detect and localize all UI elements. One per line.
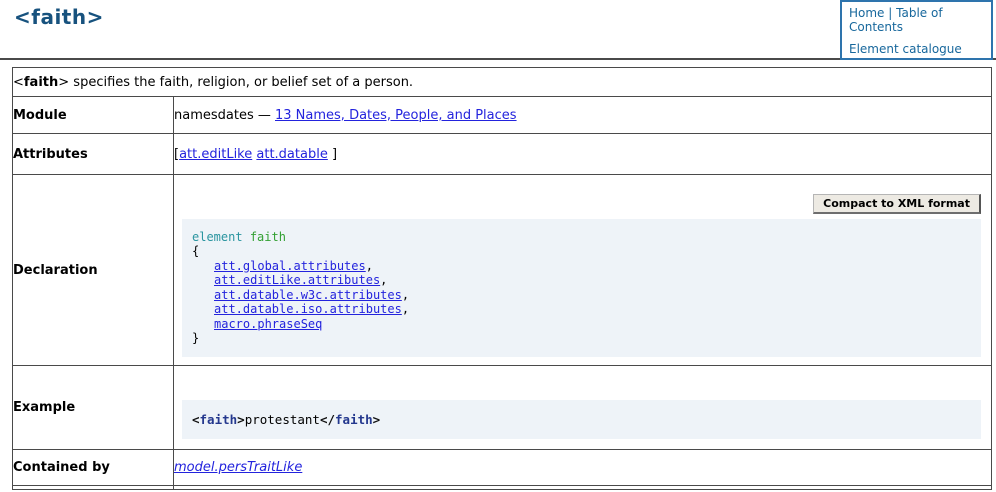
element-name-gi: <faith> [13, 75, 69, 90]
code-member-line: macro.phraseSeq [192, 317, 971, 332]
example-code-box: <faith>protestant</faith> [182, 400, 981, 439]
compact-to-xml-button[interactable]: Compact to XML format [813, 194, 981, 214]
declaration-member-link[interactable]: att.datable.w3c.attributes [214, 288, 402, 302]
nav-element-catalogue-link[interactable]: Element catalogue [849, 42, 962, 56]
attribute-class-link-editlike[interactable]: att.editLike [179, 147, 252, 162]
declaration-code-box: element faith { att.global.attributes,at… [182, 219, 981, 357]
attributes-label: Attributes [13, 134, 174, 175]
module-value-cell: namesdates — 13 Names, Dates, People, an… [174, 97, 992, 134]
gi-name: faith [24, 75, 58, 90]
description-row: <faith> specifies the faith, religion, o… [13, 68, 992, 97]
xml-endtag-close: > [373, 412, 381, 427]
gi-open-bracket: < [13, 75, 24, 90]
page-header: <faith> Home | Table of Contents Element… [0, 0, 996, 60]
xml-tag-name: faith [200, 412, 238, 427]
contained-by-value-cell: model.persTraitLike [174, 450, 992, 486]
example-label: Example [13, 366, 174, 450]
xml-endtag-name: faith [335, 412, 373, 427]
code-member-line: att.editLike.attributes, [192, 273, 971, 288]
nav-separator: | [888, 6, 892, 20]
code-line-element: element faith [192, 230, 971, 245]
code-open-brace: { [192, 244, 971, 259]
code-member-line: att.datable.w3c.attributes, [192, 288, 971, 303]
next-row-value-cell [174, 486, 992, 490]
next-row-partial [13, 486, 992, 490]
example-row: Example <faith>protestant</faith> [13, 366, 992, 450]
contained-by-row: Contained by model.persTraitLike [13, 450, 992, 486]
attributes-close-bracket: ] [332, 147, 337, 162]
declaration-member-link[interactable]: att.global.attributes [214, 259, 366, 273]
declaration-members: att.global.attributes,att.editLike.attri… [192, 259, 971, 332]
xml-open-bracket: < [192, 412, 200, 427]
module-row: Module namesdates — 13 Names, Dates, Peo… [13, 97, 992, 134]
xml-close-bracket: > [237, 412, 245, 427]
xml-endtag-open: </ [320, 412, 335, 427]
module-name: namesdates — [174, 108, 275, 123]
attribute-class-link-datable[interactable]: att.datable [256, 147, 327, 162]
element-spec-table: <faith> specifies the faith, religion, o… [12, 67, 992, 490]
code-member-line: att.global.attributes, [192, 259, 971, 274]
code-element-name: faith [250, 230, 286, 244]
next-row-label-cell [13, 486, 174, 490]
nav-home-link[interactable]: Home [849, 6, 884, 20]
declaration-label: Declaration [13, 175, 174, 366]
xml-text-content: protestant [245, 412, 320, 427]
declaration-row: Declaration Compact to XML format elemen… [13, 175, 992, 366]
gi-close-bracket: > [58, 75, 69, 90]
attributes-value-cell: [att.editLike att.datable ] [174, 134, 992, 175]
code-member-line: att.datable.iso.attributes, [192, 302, 971, 317]
description-text: specifies the faith, religion, or belief… [69, 75, 413, 90]
description-cell: <faith> specifies the faith, religion, o… [13, 68, 992, 97]
nav-line-1: Home | Table of Contents [849, 6, 985, 34]
attributes-row: Attributes [att.editLike att.datable ] [13, 134, 992, 175]
module-label: Module [13, 97, 174, 134]
declaration-toolbar: Compact to XML format [174, 194, 981, 214]
declaration-member-link[interactable]: att.datable.iso.attributes [214, 302, 402, 316]
declaration-member-link[interactable]: macro.phraseSeq [214, 317, 322, 331]
example-content-cell: <faith>protestant</faith> [174, 366, 992, 450]
module-chapter-link[interactable]: 13 Names, Dates, People, and Places [275, 108, 517, 123]
nav-box: Home | Table of Contents Element catalog… [840, 0, 993, 60]
contained-by-label: Contained by [13, 450, 174, 486]
nav-line-2: Element catalogue [849, 42, 985, 56]
declaration-member-link[interactable]: att.editLike.attributes [214, 273, 380, 287]
model-class-link[interactable]: model.persTraitLike [174, 460, 302, 475]
declaration-content-cell: Compact to XML format element faith { at… [174, 175, 992, 366]
code-keyword: element [192, 230, 243, 244]
code-close-brace: } [192, 331, 971, 346]
